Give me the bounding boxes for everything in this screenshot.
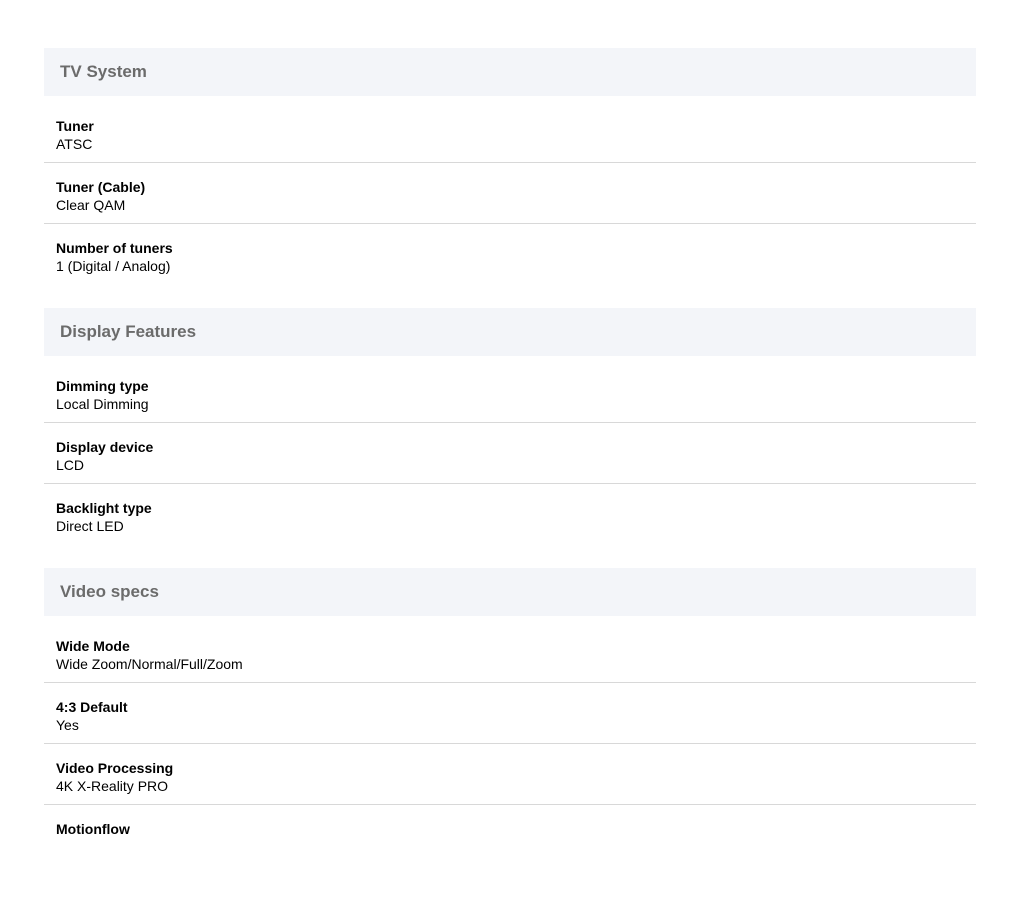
spec-label: 4:3 Default [56, 699, 964, 715]
spec-value: Clear QAM [56, 197, 964, 213]
spec-label: Tuner (Cable) [56, 179, 964, 195]
spec-label: Backlight type [56, 500, 964, 516]
section-title: Display Features [60, 322, 196, 341]
spec-value: Yes [56, 717, 964, 733]
spec-label: Tuner [56, 118, 964, 134]
section-header-display-features: Display Features [44, 308, 976, 356]
spec-item: Motionflow [44, 815, 976, 849]
spec-item: Display device LCD [44, 433, 976, 484]
spec-item: Dimming type Local Dimming [44, 372, 976, 423]
spec-value: Wide Zoom/Normal/Full/Zoom [56, 656, 964, 672]
spec-value: ATSC [56, 136, 964, 152]
spec-value: Local Dimming [56, 396, 964, 412]
section-header-video-specs: Video specs [44, 568, 976, 616]
spec-value: 4K X-Reality PRO [56, 778, 964, 794]
spec-item: 4:3 Default Yes [44, 693, 976, 744]
spec-value: Direct LED [56, 518, 964, 534]
section-header-tv-system: TV System [44, 48, 976, 96]
spec-item: Number of tuners 1 (Digital / Analog) [44, 234, 976, 284]
spec-item: Backlight type Direct LED [44, 494, 976, 544]
spec-item: Tuner ATSC [44, 112, 976, 163]
spec-label: Motionflow [56, 821, 964, 837]
spec-label: Wide Mode [56, 638, 964, 654]
spec-item: Wide Mode Wide Zoom/Normal/Full/Zoom [44, 632, 976, 683]
spec-label: Number of tuners [56, 240, 964, 256]
section-title: Video specs [60, 582, 159, 601]
spec-label: Video Processing [56, 760, 964, 776]
spec-container: TV System Tuner ATSC Tuner (Cable) Clear… [44, 48, 976, 849]
spec-item: Video Processing 4K X-Reality PRO [44, 754, 976, 805]
section-title: TV System [60, 62, 147, 81]
spec-label: Dimming type [56, 378, 964, 394]
spec-item: Tuner (Cable) Clear QAM [44, 173, 976, 224]
spec-value: LCD [56, 457, 964, 473]
spec-label: Display device [56, 439, 964, 455]
spec-value: 1 (Digital / Analog) [56, 258, 964, 274]
